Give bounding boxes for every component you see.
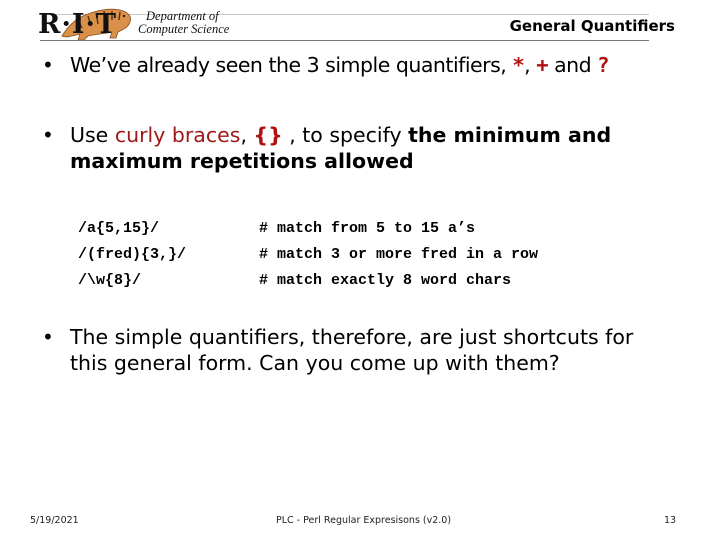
rit-logo: R·I·T Department of Computer Science xyxy=(36,4,246,44)
regex-pattern: /(fred){3,}/ xyxy=(78,246,187,263)
header-bottom-rule-right xyxy=(324,40,649,41)
code-examples: /a{5,15}/ # match from 5 to 15 a’s /(fre… xyxy=(78,216,538,294)
bullet-lead-text: Use xyxy=(70,123,115,147)
bullet-lead-text: We’ve already seen the 3 simple quantifi… xyxy=(70,53,513,77)
rit-letters: R·I·T xyxy=(38,9,117,40)
bullet-text: Use curly braces, {} , to specify the mi… xyxy=(70,122,662,174)
bullet-simple-quantifiers: • We’ve already seen the 3 simple quanti… xyxy=(42,52,662,78)
separator: and xyxy=(548,53,598,77)
regex-comment: # match 3 or more fred in a row xyxy=(259,246,539,263)
regex-comment: # match exactly 8 word chars xyxy=(259,272,512,289)
page-number: 13 xyxy=(664,515,677,526)
bullet-text: The simple quantifiers, therefore, are j… xyxy=(70,325,634,375)
slide-header: R·I·T Department of Computer Science Gen… xyxy=(0,0,720,45)
code-example-row: /(fred){3,}/ # match 3 or more fred in a… xyxy=(78,242,538,268)
bullet-curly-braces: • Use curly braces, {} , to specify the … xyxy=(42,122,662,174)
braces-symbol: {} xyxy=(253,123,283,147)
quantifier-question: ? xyxy=(597,53,609,77)
department-name: Department of Computer Science xyxy=(138,10,229,36)
separator: , xyxy=(524,53,537,77)
separator: , xyxy=(240,123,254,147)
bullet-dot-icon: • xyxy=(42,325,54,349)
footer-date: 5/19/2021 xyxy=(30,515,79,526)
quantifier-star: * xyxy=(512,53,525,77)
quantifier-plus: + xyxy=(536,53,549,77)
bullet-mid-text: , to specify xyxy=(282,123,409,147)
regex-pattern: /a{5,15}/ xyxy=(78,220,160,237)
curly-braces-highlight: curly braces xyxy=(114,123,241,147)
header-top-rule-right xyxy=(324,14,649,15)
bullet-text: We’ve already seen the 3 simple quantifi… xyxy=(70,52,662,78)
regex-pattern: /\w{8}/ xyxy=(78,272,142,289)
bullet-shortcuts: • The simple quantifiers, therefore, are… xyxy=(42,324,662,376)
slide-title: General Quantifiers xyxy=(509,17,675,35)
footer-title: PLC - Perl Regular Expresisons (v2.0) xyxy=(276,515,452,526)
department-line2: Computer Science xyxy=(138,22,230,36)
code-example-row: /\w{8}/ # match exactly 8 word chars xyxy=(78,268,538,294)
bullet-dot-icon: • xyxy=(42,53,54,77)
code-example-row: /a{5,15}/ # match from 5 to 15 a’s xyxy=(78,216,538,242)
regex-comment: # match from 5 to 15 a’s xyxy=(259,220,476,237)
bullet-dot-icon: • xyxy=(42,123,54,147)
